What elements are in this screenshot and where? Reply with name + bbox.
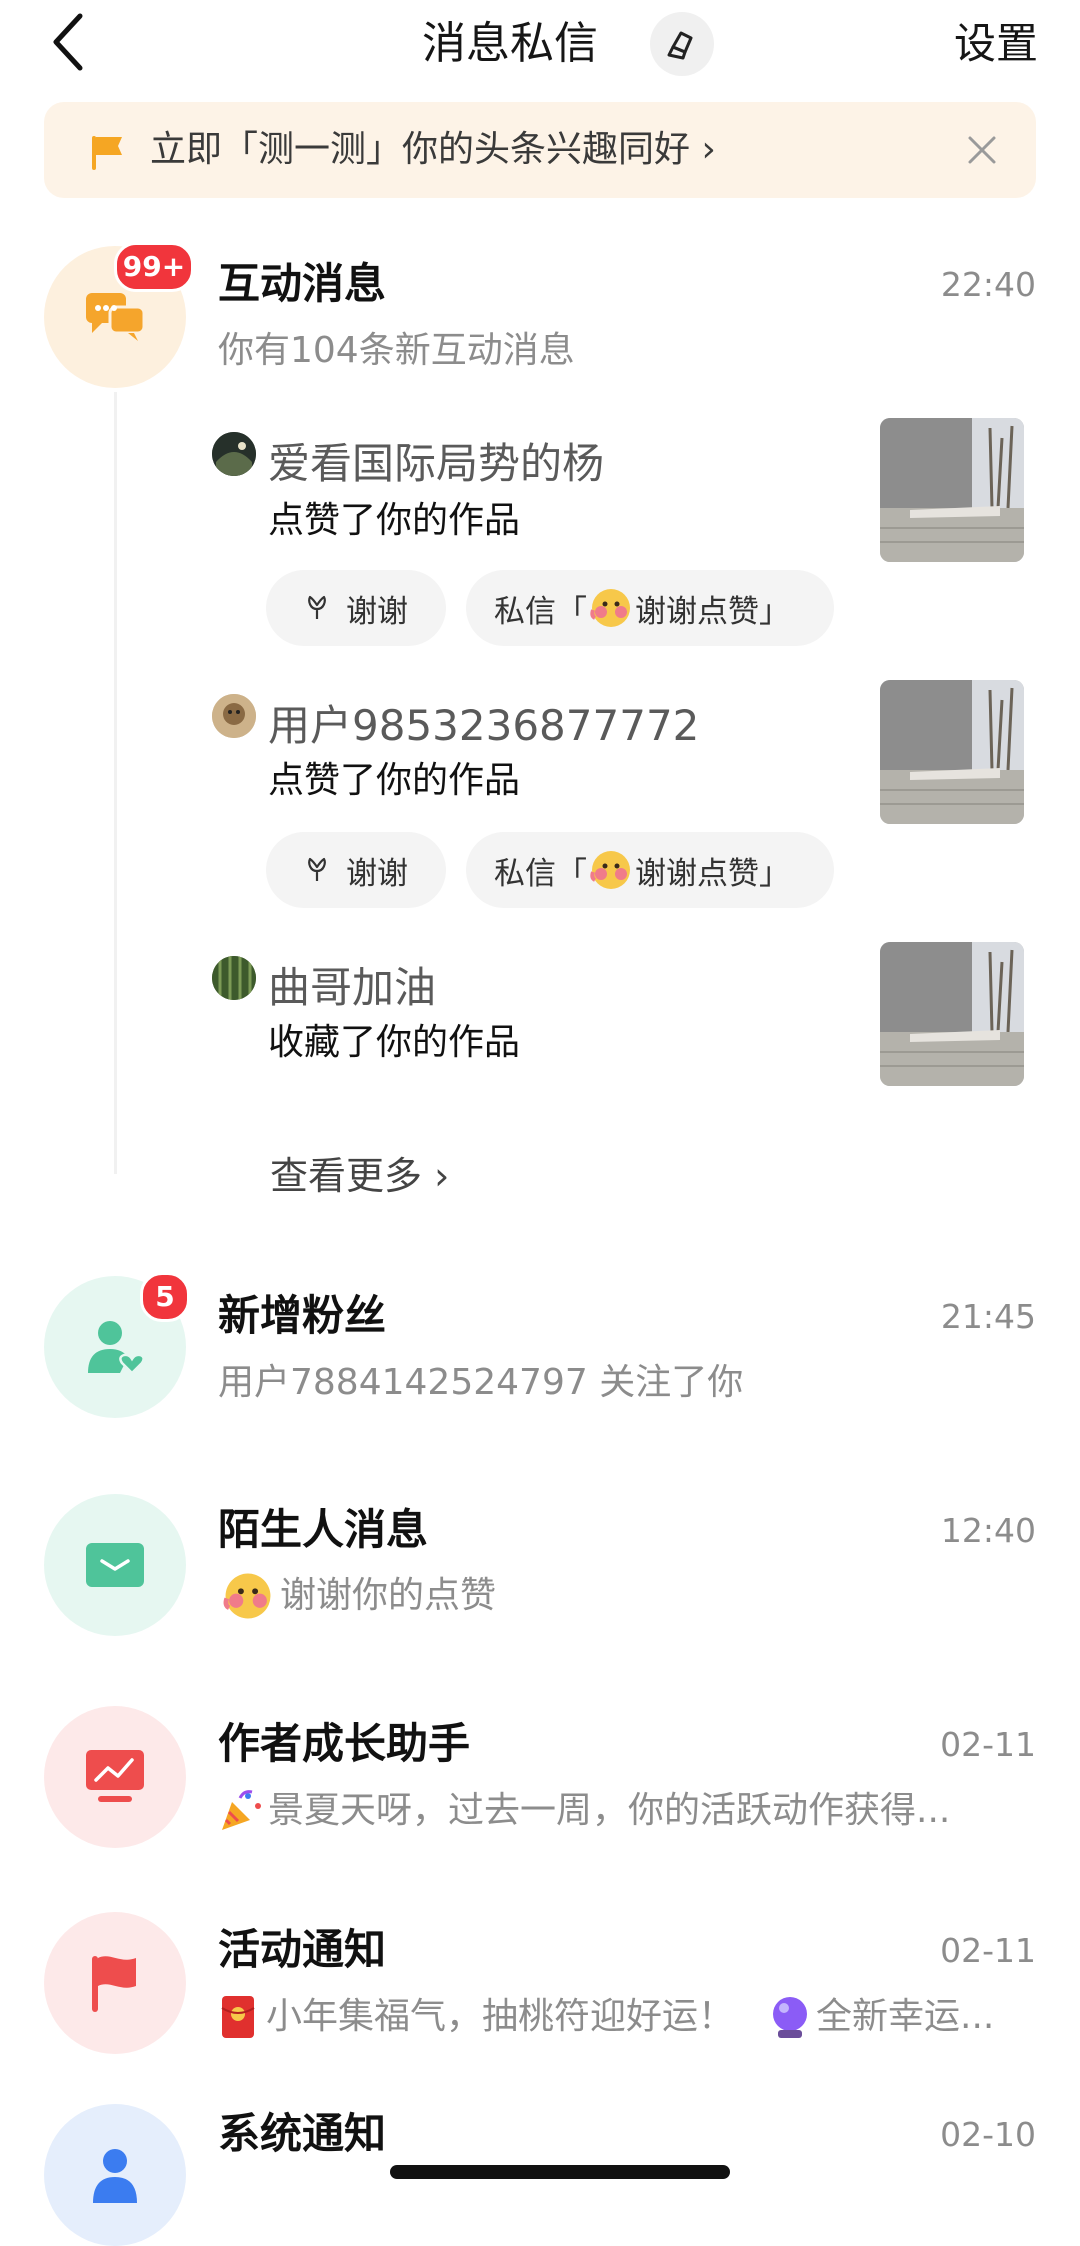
dm-text: 谢谢点赞」 <box>635 593 790 630</box>
post-thumbnail[interactable] <box>880 942 1024 1086</box>
flag-icon <box>92 1956 136 2012</box>
dm-thanks-button[interactable]: 私信「 谢谢点赞」 <box>466 832 834 908</box>
crystal-ball-icon <box>773 1997 808 2038</box>
interest-test-banner[interactable]: 立即「测一测」你的头条兴趣同好 › <box>44 102 1036 198</box>
thumbnail-image <box>880 942 1024 1086</box>
chat-bubbles-icon <box>86 293 146 341</box>
post-thumbnail[interactable] <box>880 680 1024 824</box>
thanks-label: 谢谢 <box>346 855 408 892</box>
flag-icon <box>92 136 122 170</box>
blush-emoji-icon <box>223 1573 271 1619</box>
user-heart-icon <box>88 1321 145 1375</box>
strangers-title: 陌生人消息 <box>218 1505 429 1554</box>
dm-thanks-button[interactable]: 私信「 谢谢点赞」 <box>466 570 834 646</box>
blush-emoji-icon <box>590 589 630 627</box>
thumbnail-image <box>880 680 1024 824</box>
followers-title: 新增粉丝 <box>218 1291 387 1340</box>
user-avatar[interactable] <box>212 694 256 738</box>
interaction-badge: 99+ <box>114 242 194 292</box>
party-popper-icon <box>222 1790 261 1830</box>
home-indicator[interactable] <box>390 2165 730 2179</box>
strangers-subtitle-row: 谢谢你的点赞 <box>218 1570 496 1622</box>
system-title: 系统通知 <box>218 2109 387 2158</box>
close-icon[interactable] <box>964 132 1000 168</box>
post-thumbnail[interactable] <box>880 418 1024 562</box>
avatar-image <box>212 694 256 738</box>
clean-button[interactable] <box>650 12 714 76</box>
blush-emoji-icon <box>590 851 630 889</box>
growth-time: 02-11 <box>940 1725 1036 1764</box>
dm-text: 谢谢点赞」 <box>635 855 790 892</box>
system-time: 02-10 <box>940 2115 1036 2154</box>
thumbnail-image <box>880 418 1024 562</box>
broom-icon <box>667 31 693 60</box>
strangers-subtitle: 谢谢你的点赞 <box>280 1575 497 1616</box>
banner-text: 立即「测一测」你的头条兴趣同好 › <box>150 129 716 170</box>
dm-prefix: 私信「 <box>494 593 587 630</box>
growth-subtitle: 景夏天呀，过去一周，你的活跃动作获得... <box>268 1790 951 1831</box>
thread-line <box>114 392 117 1174</box>
dm-prefix: 私信「 <box>494 855 587 892</box>
growth-title: 作者成长助手 <box>218 1719 471 1768</box>
flower-icon <box>308 595 326 619</box>
chart-monitor-icon <box>86 1750 144 1802</box>
followers-badge: 5 <box>140 1272 190 1322</box>
events-time: 02-11 <box>940 1931 1036 1970</box>
avatar-image <box>212 432 256 476</box>
red-envelope-icon <box>221 1996 255 2038</box>
events-subtitle-row: 小年集福气，抽桃符迎好运！ 全新幸运... <box>218 1992 994 2042</box>
user-name[interactable]: 用户9853236877772 <box>268 698 699 754</box>
events-subtitle-2: 全新幸运... <box>816 1996 995 2037</box>
interaction-title: 互动消息 <box>218 259 387 308</box>
user-action: 收藏了你的作品 <box>268 1022 521 1063</box>
growth-subtitle-row: 景夏天呀，过去一周，你的活跃动作获得... <box>218 1786 950 1836</box>
followers-time: 21:45 <box>940 1297 1036 1336</box>
user-avatar[interactable] <box>212 432 256 476</box>
user-action: 点赞了你的作品 <box>268 500 521 541</box>
page-title: 消息私信 <box>422 18 598 69</box>
events-subtitle: 小年集福气，抽桃符迎好运！ <box>266 1996 735 2037</box>
thanks-button[interactable]: 谢谢 <box>266 832 446 908</box>
followers-subtitle: 用户7884142524797 关注了你 <box>218 1362 744 1403</box>
thanks-button[interactable]: 谢谢 <box>266 570 446 646</box>
interaction-time: 22:40 <box>940 265 1036 304</box>
user-icon <box>93 2149 137 2203</box>
interaction-subtitle: 你有104条新互动消息 <box>218 330 575 371</box>
events-title: 活动通知 <box>218 1925 387 1974</box>
avatar-image <box>212 956 256 1000</box>
user-name[interactable]: 爱看国际局势的杨 <box>268 436 604 492</box>
strangers-time: 12:40 <box>940 1511 1036 1550</box>
system-avatar[interactable] <box>44 2104 186 2246</box>
user-action: 点赞了你的作品 <box>268 760 521 801</box>
see-more-link[interactable]: 查看更多 › <box>270 1148 449 1204</box>
flower-icon <box>308 857 326 881</box>
settings-button[interactable]: 设置 <box>954 16 1038 72</box>
strangers-avatar[interactable] <box>44 1494 186 1636</box>
growth-avatar[interactable] <box>44 1706 186 1848</box>
envelope-icon <box>86 1543 144 1587</box>
events-avatar[interactable] <box>44 1912 186 2054</box>
user-avatar[interactable] <box>212 956 256 1000</box>
thanks-label: 谢谢 <box>346 593 408 630</box>
user-name[interactable]: 曲哥加油 <box>268 960 436 1016</box>
